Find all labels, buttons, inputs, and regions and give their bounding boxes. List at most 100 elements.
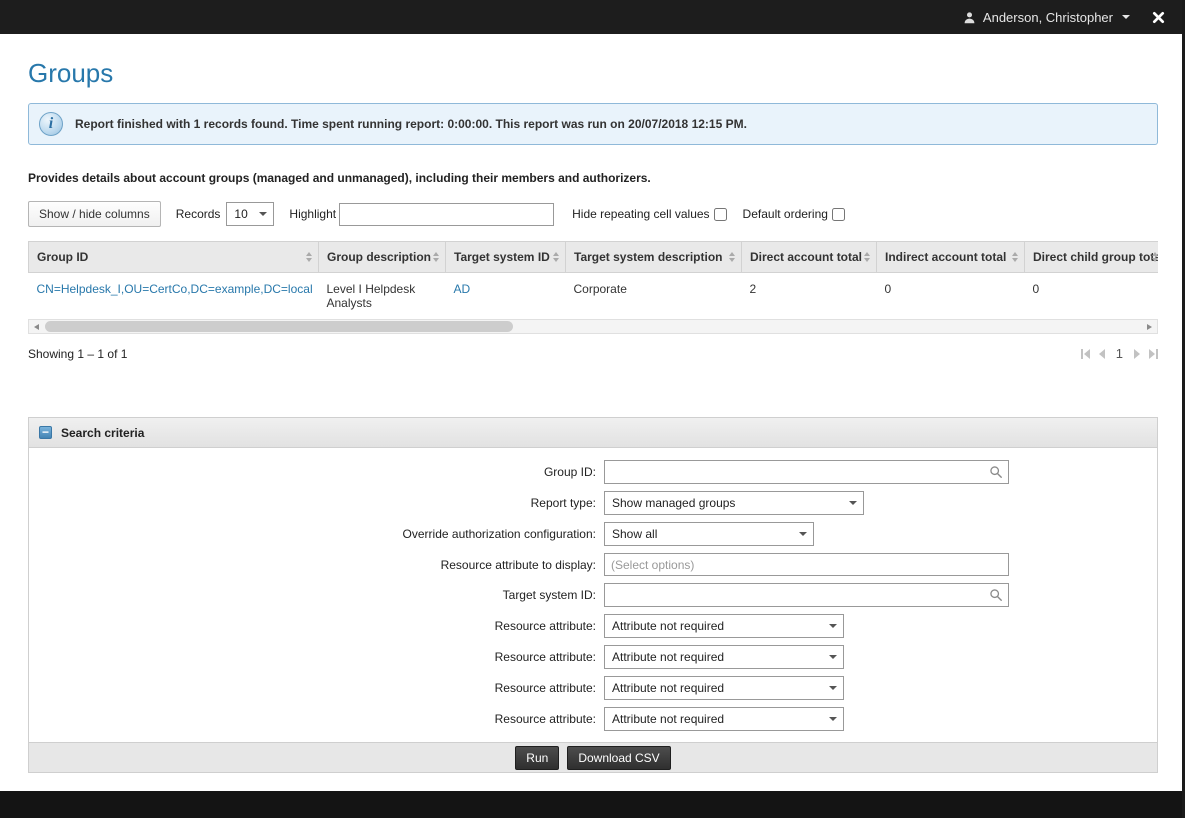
search-criteria-footer: Run Download CSV (29, 742, 1157, 772)
sort-icon[interactable] (729, 252, 735, 262)
cell-indirect-account-total: 0 (877, 273, 1025, 320)
resource-attribute-select-3-value: Attribute not required (612, 681, 724, 695)
scrollbar-thumb[interactable] (45, 321, 513, 332)
column-header-group-id[interactable]: Group ID (29, 242, 319, 273)
resource-attribute-label-4: Resource attribute: (29, 712, 604, 726)
resource-attribute-select-4-value: Attribute not required (612, 712, 724, 726)
sort-icon[interactable] (306, 252, 312, 262)
target-system-id-link[interactable]: AD (454, 282, 471, 296)
column-header-direct-child-group-total[interactable]: Direct child group total (1025, 242, 1159, 273)
hide-repeating-checkbox[interactable] (714, 208, 727, 221)
target-system-id-input[interactable] (604, 583, 1009, 607)
column-header-target-system-description[interactable]: Target system description (566, 242, 742, 273)
last-page-icon[interactable] (1149, 349, 1158, 359)
pagination-controls: 1 (1081, 346, 1158, 361)
topbar: Anderson, Christopher (0, 0, 1185, 34)
column-header-direct-account-total[interactable]: Direct account total (742, 242, 877, 273)
chevron-down-icon (829, 624, 837, 628)
results-table-wrapper: Group ID Group description Target system… (28, 241, 1158, 319)
report-type-select[interactable]: Show managed groups (604, 491, 864, 515)
resource-attribute-select-1-value: Attribute not required (612, 619, 724, 633)
chevron-down-icon (829, 686, 837, 690)
resource-attribute-label-3: Resource attribute: (29, 681, 604, 695)
highlight-input[interactable] (339, 203, 554, 226)
chevron-down-icon (829, 717, 837, 721)
resource-attribute-select-1[interactable]: Attribute not required (604, 614, 844, 638)
sort-icon[interactable] (864, 252, 870, 262)
search-icon[interactable] (989, 588, 1003, 607)
application-window: Anderson, Christopher Groups i Report fi… (0, 0, 1185, 818)
resource-attribute-select-4[interactable]: Attribute not required (604, 707, 844, 731)
resource-attribute-select-2[interactable]: Attribute not required (604, 645, 844, 669)
table-toolbar: Show / hide columns Records 10 Highlight… (28, 201, 1157, 227)
scroll-right-icon[interactable] (1142, 320, 1157, 333)
column-header-group-description[interactable]: Group description (319, 242, 446, 273)
page-title: Groups (28, 58, 1157, 89)
cell-direct-account-total: 2 (742, 273, 877, 320)
previous-page-icon[interactable] (1099, 349, 1105, 359)
resource-attribute-label-1: Resource attribute: (29, 619, 604, 633)
results-table: Group ID Group description Target system… (28, 241, 1158, 319)
user-menu[interactable]: Anderson, Christopher (963, 10, 1130, 25)
group-id-input-wrap (604, 460, 1009, 484)
close-button[interactable] (1150, 9, 1167, 26)
default-ordering-label: Default ordering (743, 207, 828, 221)
cell-target-system-description: Corporate (566, 273, 742, 320)
records-select-value: 10 (234, 207, 247, 221)
resource-attribute-display-label: Resource attribute to display: (29, 558, 604, 572)
search-criteria-title: Search criteria (61, 426, 144, 440)
resource-attribute-label-2: Resource attribute: (29, 650, 604, 664)
target-system-id-input-wrap (604, 583, 1009, 607)
override-authorization-select[interactable]: Show all (604, 522, 814, 546)
default-ordering-checkbox[interactable] (832, 208, 845, 221)
search-criteria-header[interactable]: − Search criteria (29, 418, 1157, 448)
info-banner: i Report finished with 1 records found. … (28, 103, 1158, 145)
records-label: Records (176, 207, 221, 221)
sort-icon[interactable] (553, 252, 559, 262)
main-content: Groups i Report finished with 1 records … (0, 58, 1185, 773)
highlight-label: Highlight (289, 207, 336, 221)
sort-icon[interactable] (1012, 252, 1018, 262)
hide-repeating-label: Hide repeating cell values (572, 207, 709, 221)
records-select[interactable]: 10 (226, 202, 274, 226)
horizontal-scrollbar[interactable] (28, 319, 1158, 334)
close-icon (1152, 11, 1165, 24)
sort-icon[interactable] (1152, 252, 1158, 262)
run-button[interactable]: Run (515, 746, 559, 770)
scroll-left-icon[interactable] (29, 320, 44, 333)
chevron-down-icon (799, 532, 807, 536)
show-hide-columns-button[interactable]: Show / hide columns (28, 201, 161, 227)
resource-attribute-display-input[interactable] (604, 553, 1009, 576)
column-header-target-system-id[interactable]: Target system ID (446, 242, 566, 273)
search-criteria-panel: − Search criteria Group ID: Report type: (28, 417, 1158, 773)
cell-group-description: Level I Helpdesk Analysts (319, 273, 446, 320)
chevron-down-icon (259, 212, 267, 216)
search-criteria-body: Group ID: Report type: Show managed grou… (29, 448, 1157, 742)
group-id-input[interactable] (604, 460, 1009, 484)
showing-text: Showing 1 – 1 of 1 (28, 347, 127, 361)
bottom-bar (0, 791, 1185, 818)
cell-direct-child-group-total: 0 (1025, 273, 1159, 320)
search-icon[interactable] (989, 465, 1003, 484)
user-icon (963, 11, 976, 24)
pagination-row: Showing 1 – 1 of 1 1 (28, 346, 1158, 361)
chevron-down-icon (849, 501, 857, 505)
download-csv-button[interactable]: Download CSV (567, 746, 670, 770)
next-page-icon[interactable] (1134, 349, 1140, 359)
resource-attribute-select-2-value: Attribute not required (612, 650, 724, 664)
user-name: Anderson, Christopher (983, 10, 1113, 25)
resource-attribute-select-3[interactable]: Attribute not required (604, 676, 844, 700)
override-authorization-label: Override authorization configuration: (29, 527, 604, 541)
info-icon: i (39, 112, 63, 136)
report-description: Provides details about account groups (m… (28, 171, 1157, 185)
chevron-down-icon (829, 655, 837, 659)
current-page[interactable]: 1 (1114, 346, 1125, 361)
override-authorization-select-value: Show all (612, 527, 657, 541)
sort-icon[interactable] (433, 252, 439, 262)
report-type-label: Report type: (29, 496, 604, 510)
target-system-id-label: Target system ID: (29, 588, 604, 602)
collapse-icon[interactable]: − (39, 426, 52, 439)
first-page-icon[interactable] (1081, 349, 1090, 359)
group-id-link[interactable]: CN=Helpdesk_I,OU=CertCo,DC=example,DC=lo… (37, 282, 313, 296)
column-header-indirect-account-total[interactable]: Indirect account total (877, 242, 1025, 273)
